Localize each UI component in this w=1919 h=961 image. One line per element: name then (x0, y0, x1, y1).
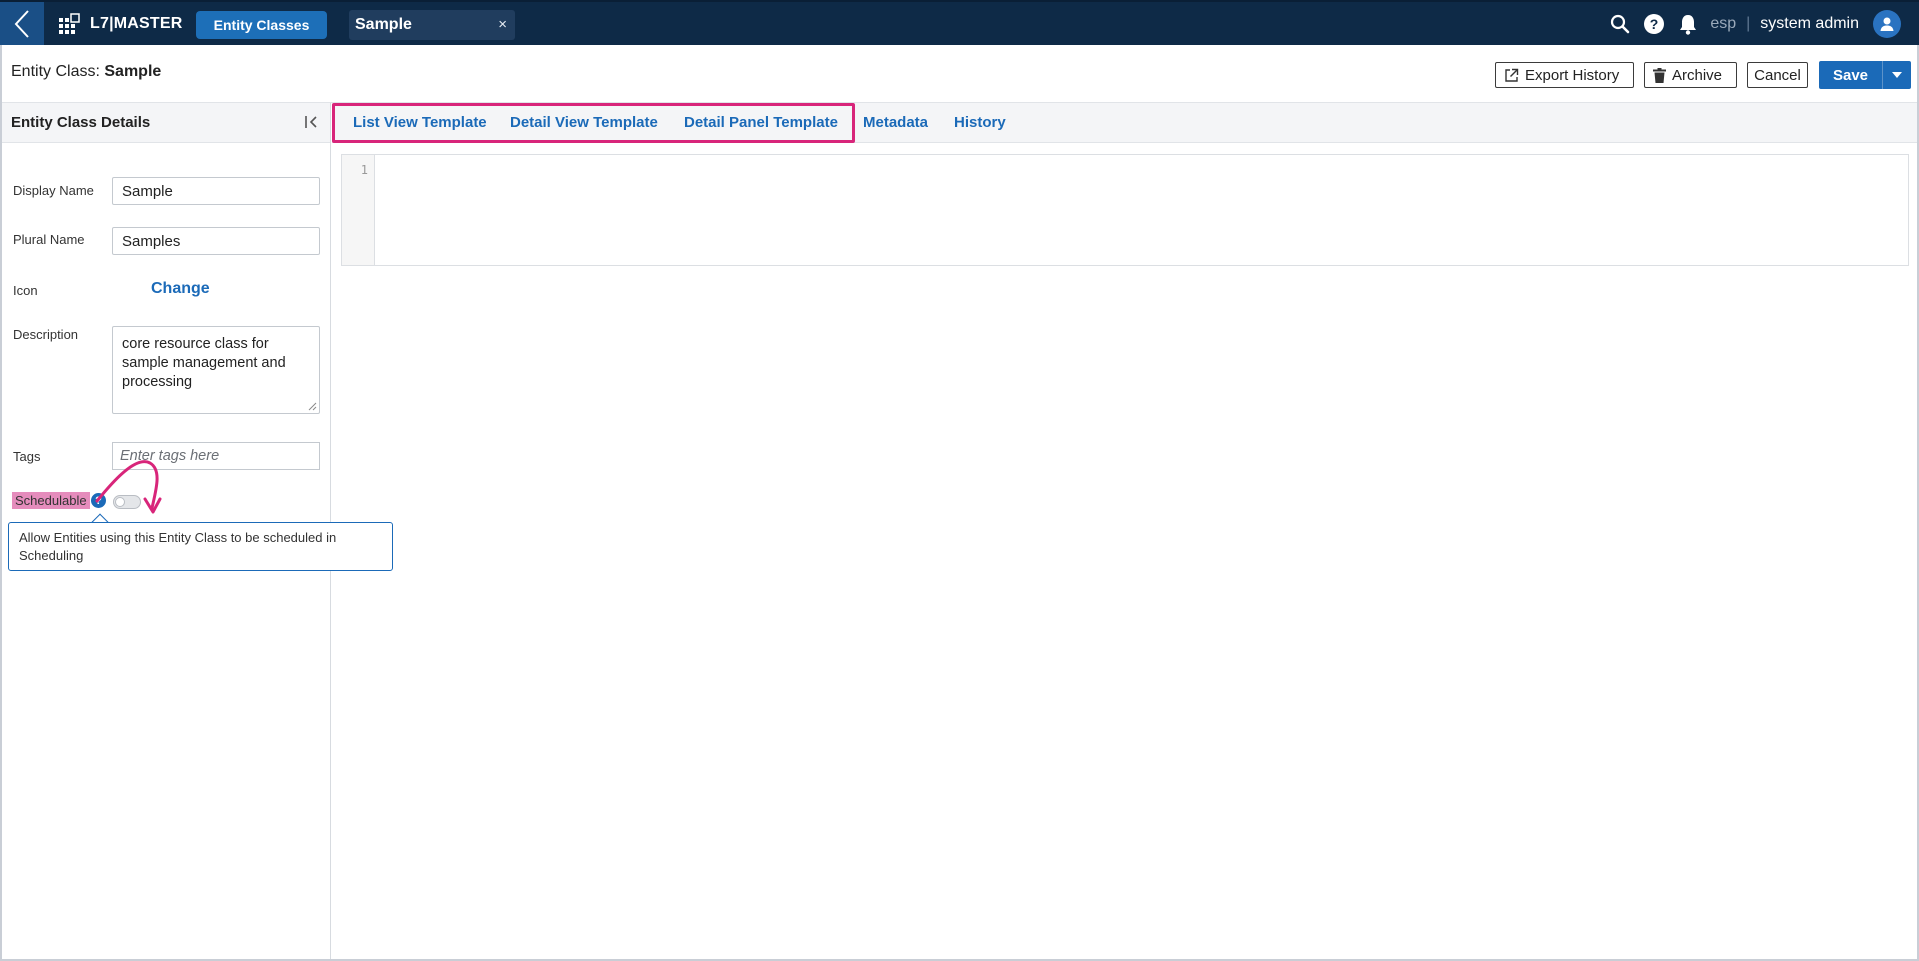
trash-icon (1653, 67, 1666, 83)
collapse-panel-icon[interactable] (304, 115, 320, 134)
help-icon[interactable]: ? (1642, 12, 1666, 36)
resize-grip-icon[interactable] (308, 402, 317, 411)
page-title: Entity Class: Sample (11, 63, 161, 81)
user-name[interactable]: system admin (1760, 15, 1859, 33)
panel-title: Entity Class Details (11, 114, 151, 131)
page-title-value: Sample (104, 63, 162, 80)
archive-label: Archive (1672, 66, 1723, 84)
export-history-button[interactable]: Export History (1495, 62, 1634, 88)
plural-name-field[interactable]: Samples (112, 227, 320, 255)
export-history-label: Export History (1525, 66, 1620, 84)
app-logo[interactable]: L7|MASTER (58, 12, 183, 36)
open-tab-sample[interactable]: Sample × (349, 10, 515, 40)
icon-label: Icon (13, 283, 38, 298)
top-right-controls: ? esp | system admin (1608, 2, 1901, 45)
save-button-group: Save (1819, 61, 1911, 89)
page-title-prefix: Entity Class: (11, 63, 100, 80)
open-tab-label: Sample (355, 16, 412, 33)
plural-name-label: Plural Name (13, 232, 85, 247)
line-number: 1 (360, 163, 368, 177)
bell-icon[interactable] (1676, 12, 1700, 36)
top-navbar: L7|MASTER Entity Classes Sample × ? esp … (0, 0, 1919, 45)
save-options-dropdown[interactable] (1882, 61, 1911, 89)
tags-input[interactable]: Enter tags here (112, 442, 320, 470)
schedulable-label: Schedulable (12, 492, 90, 509)
question-icon[interactable]: ? (91, 493, 106, 508)
cancel-label: Cancel (1754, 66, 1801, 84)
archive-button[interactable]: Archive (1644, 62, 1737, 88)
page-header: Entity Class: Sample Export History Arch… (2, 45, 1917, 103)
save-button[interactable]: Save (1819, 61, 1882, 89)
panel-header: Entity Class Details (2, 103, 330, 143)
entity-class-details-panel: Entity Class Details Display Name Sample… (2, 103, 393, 959)
display-name-field[interactable]: Sample (112, 177, 320, 205)
schedulable-tooltip: Allow Entities using this Entity Class t… (8, 522, 393, 571)
external-link-icon (1505, 68, 1519, 82)
editor-gutter: 1 (342, 155, 375, 265)
tab-metadata[interactable]: Metadata (863, 114, 928, 131)
annotation-highlight-box (332, 103, 855, 143)
description-field[interactable]: core resource class for sample managemen… (112, 326, 320, 414)
tab-history[interactable]: History (954, 114, 1006, 131)
description-label: Description (13, 327, 79, 342)
description-text: core resource class for sample managemen… (122, 336, 286, 390)
code-editor[interactable]: 1 (341, 154, 1909, 266)
search-icon[interactable] (1608, 12, 1632, 36)
change-icon-link[interactable]: Change (151, 280, 210, 298)
avatar[interactable] (1873, 9, 1901, 38)
user-icon (1880, 17, 1894, 31)
grid-logo-icon (59, 13, 80, 34)
display-name-label: Display Name (13, 183, 94, 198)
chevron-left-icon (14, 9, 29, 38)
toggle-knob (115, 497, 125, 507)
cancel-button[interactable]: Cancel (1747, 62, 1808, 88)
back-button[interactable] (0, 2, 44, 45)
tags-label: Tags (13, 449, 41, 464)
close-icon[interactable]: × (498, 16, 507, 33)
entity-classes-nav-button[interactable]: Entity Classes (196, 11, 327, 39)
schedulable-toggle[interactable] (113, 495, 141, 509)
app-name: L7|MASTER (90, 15, 183, 32)
caret-down-icon (1892, 72, 1902, 78)
svg-text:?: ? (1650, 16, 1659, 32)
locale-separator: | (1746, 14, 1751, 32)
locale-label[interactable]: esp (1710, 15, 1736, 33)
